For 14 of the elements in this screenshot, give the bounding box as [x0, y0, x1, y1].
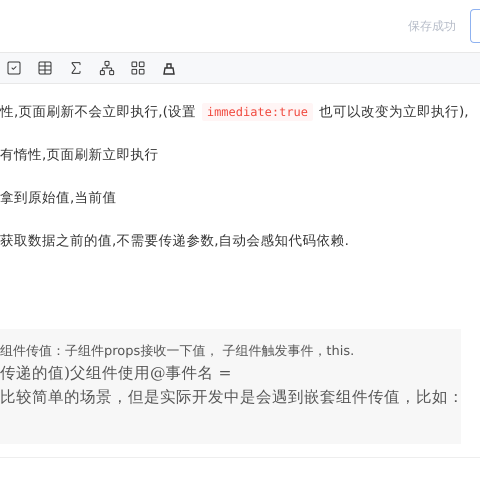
paragraph-text: 获取数据之前的值,不需要传递参数,自动会感知代码依赖. [0, 232, 349, 250]
hierarchy-icon[interactable] [98, 59, 116, 77]
paragraph-text: 有惰性,页面刷新立即执行 [0, 146, 158, 164]
inline-code: immediate:true [202, 102, 314, 120]
quote-text: 传递的值)父组件使用@事件名 = [0, 363, 232, 384]
paragraph-text: 也可以改变为立即执行), [319, 102, 469, 120]
save-status: 保存成功 [408, 18, 456, 34]
table-icon[interactable] [36, 59, 54, 77]
checkbox-icon[interactable] [5, 59, 23, 77]
quote-text: 比较简单的场景，但是实际开发中是会遇到嵌套组件传值，比如： [0, 387, 461, 408]
grid-icon[interactable] [129, 59, 147, 77]
quote-text: 组件传值：子组件props接收一下值， 子组件触发事件，this. [0, 343, 356, 361]
paragraph-text: 拿到原始值,当前值 [0, 188, 116, 206]
paragraph-text: 性,页面刷新不会立即执行,(设置 [0, 102, 196, 120]
